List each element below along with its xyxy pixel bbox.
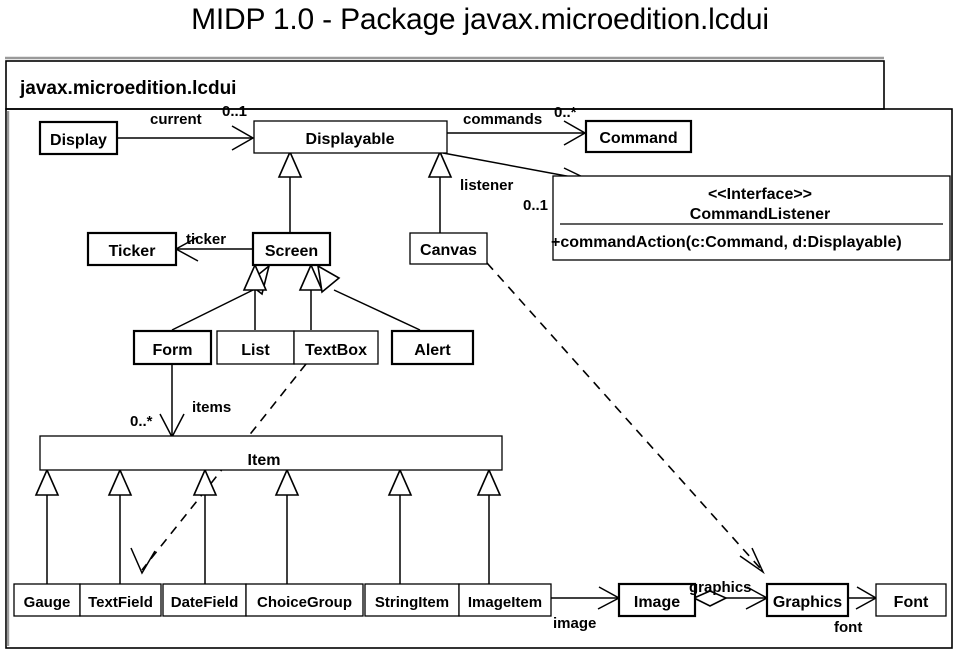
inheritance-triangle — [34, 468, 60, 496]
inheritance-triangle — [192, 468, 218, 496]
class-name-imageitem: ImageItem — [468, 594, 542, 611]
class-name-stringitem: StringItem — [375, 594, 449, 611]
inheritance-triangle — [387, 468, 413, 496]
class-name-choicegroup: ChoiceGroup — [257, 594, 352, 611]
inheritance-triangle — [274, 468, 300, 496]
class-name-form: Form — [153, 342, 193, 359]
assoc-label-graphics: graphics — [689, 579, 752, 596]
class-name-list: List — [241, 342, 270, 359]
class-name-alert: Alert — [414, 342, 451, 359]
generalization-gauge-item — [34, 468, 60, 584]
class-box-graphics[interactable]: Graphics — [765, 582, 850, 618]
open-arrowhead — [739, 547, 765, 575]
class-box-item[interactable]: Item — [39, 435, 503, 471]
class-box-choicegroup[interactable]: ChoiceGroup — [245, 583, 364, 617]
assoc-form-item — [159, 364, 185, 439]
class-box-alert[interactable]: Alert — [390, 329, 475, 366]
assoc-label-listener: listener — [460, 177, 514, 194]
dependency-canvas-graphics — [486, 262, 765, 575]
generalization-alert-screen — [316, 264, 421, 331]
class-name-screen: Screen — [265, 243, 318, 260]
class-name-font: Font — [894, 594, 929, 611]
assoc-label-font: font — [834, 619, 862, 636]
class-name-gauge: Gauge — [24, 594, 71, 611]
class-name-item: Item — [248, 452, 281, 469]
interface-stereotype: <<Interface>> — [708, 186, 812, 203]
inheritance-triangle — [277, 150, 303, 178]
inheritance-triangle — [107, 468, 133, 496]
class-name-canvas: Canvas — [420, 242, 477, 259]
generalization-choicegroup-item — [274, 468, 300, 584]
class-name-datefield: DateField — [171, 594, 239, 611]
class-name-command: Command — [599, 130, 677, 147]
interface-operation: +commandAction(c:Command, d:Displayable) — [551, 234, 902, 251]
generalization-datefield-item — [192, 468, 218, 584]
class-name-textfield: TextField — [88, 594, 153, 611]
dependency-line — [486, 262, 761, 569]
assoc-graphics-font — [848, 586, 878, 610]
class-box-list[interactable]: List — [216, 330, 295, 365]
generalization-textfield-item — [107, 468, 133, 584]
class-box-canvas[interactable]: Canvas — [409, 232, 488, 265]
generalization-screen-displayable — [277, 150, 303, 233]
class-box-imageitem[interactable]: ImageItem — [458, 583, 552, 617]
class-name-display: Display — [50, 132, 107, 149]
class-box-commandlistener[interactable]: <<Interface>> CommandListener +commandAc… — [551, 175, 951, 261]
mult-label-current: 0..1 — [222, 103, 247, 120]
class-box-screen[interactable]: Screen — [251, 231, 332, 267]
class-name-textbox: TextBox — [305, 342, 367, 359]
class-name-graphics: Graphics — [773, 594, 842, 611]
class-name-image: Image — [634, 594, 680, 611]
assoc-label-ticker: ticker — [186, 231, 226, 248]
class-name-ticker: Ticker — [109, 243, 156, 260]
interface-name: CommandListener — [690, 206, 830, 223]
assoc-label-items: items — [192, 399, 231, 416]
mult-label-commands: 0..* — [554, 104, 577, 121]
diagram-canvas: MIDP 1.0 - Package javax.microedition.lc… — [0, 0, 960, 664]
assoc-imageitem-image — [551, 586, 621, 610]
class-box-textfield[interactable]: TextField — [79, 583, 162, 617]
class-box-gauge[interactable]: Gauge — [13, 583, 81, 617]
class-box-form[interactable]: Form — [132, 329, 213, 366]
uml-class-diagram: javax.microedition.lcdui Display Display… — [5, 56, 953, 649]
class-name-displayable: Displayable — [306, 131, 395, 148]
assoc-display-displayable — [117, 125, 255, 151]
class-box-datefield[interactable]: DateField — [162, 583, 247, 617]
inheritance-triangle — [427, 150, 453, 178]
class-box-command[interactable]: Command — [584, 119, 693, 154]
class-box-textbox[interactable]: TextBox — [293, 330, 379, 365]
class-box-ticker[interactable]: Ticker — [86, 231, 178, 267]
inheritance-triangle — [476, 468, 502, 496]
gen-line — [333, 289, 421, 331]
class-box-displayable[interactable]: Displayable — [253, 120, 448, 154]
generalization-imageitem-item — [476, 468, 502, 584]
mult-label-items: 0..* — [130, 413, 153, 430]
mult-label-listener: 0..1 — [523, 197, 548, 214]
assoc-label-current: current — [150, 111, 202, 128]
generalization-canvas-displayable — [427, 150, 453, 233]
package-name-label: javax.microedition.lcdui — [19, 78, 236, 99]
assoc-label-image: image — [553, 615, 596, 632]
class-box-font[interactable]: Font — [875, 583, 947, 617]
class-box-stringitem[interactable]: StringItem — [364, 583, 460, 617]
gen-line — [171, 289, 254, 331]
class-box-image[interactable]: Image — [617, 582, 697, 618]
inheritance-triangle — [316, 264, 341, 294]
class-box-display[interactable]: Display — [38, 120, 119, 156]
generalization-stringitem-item — [387, 468, 413, 584]
assoc-label-commands: commands — [463, 111, 542, 128]
